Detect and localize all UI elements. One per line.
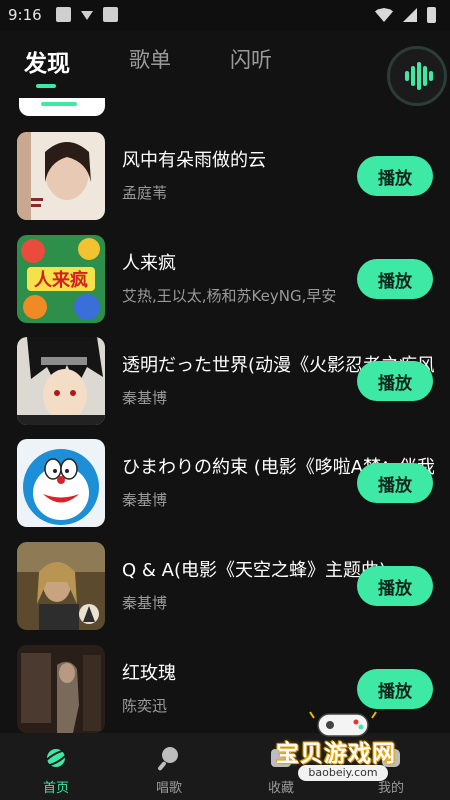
song-artist: 秦基博 <box>122 389 168 407</box>
song-item[interactable]: 风中有朵雨做的云 孟庭苇 播放 <box>0 132 450 222</box>
download-icon <box>81 11 93 20</box>
planet-icon <box>43 749 69 767</box>
nav-sing-label: 唱歌 <box>155 781 182 796</box>
tab-discover[interactable]: 发现 <box>24 44 70 78</box>
svg-text:人来疯: 人来疯 <box>34 269 88 291</box>
status-bar: 9:16 <box>0 0 450 30</box>
song-artist: 孟庭苇 <box>122 184 168 202</box>
song-item[interactable]: Q & A(电影《天空之蜂》主题曲) 秦基博 播放 <box>0 542 450 632</box>
status-time: 9:16 <box>8 6 42 24</box>
tab-playlist[interactable]: 歌单 <box>129 44 171 74</box>
watermark-text: 宝贝游戏网 <box>276 741 396 767</box>
nav-sing[interactable]: 唱歌 <box>124 733 214 800</box>
song-item[interactable]: ひまわりの約束 (电影《哆啦A梦：伴我同行》 秦基博 播放 <box>0 439 450 529</box>
song-item[interactable]: 人来疯 人来疯 艾热,王以太,杨和苏KeyNG,早安 播放 <box>0 235 450 325</box>
battery-icon <box>427 7 436 23</box>
signal-icon <box>403 8 417 22</box>
song-artist: 秦基博 <box>122 594 168 612</box>
nav-home[interactable]: 首页 <box>11 733 101 800</box>
watermark: 宝贝游戏网 baobeiy.com <box>268 702 418 782</box>
app-notification-icon <box>103 7 118 22</box>
song-artist: 秦基博 <box>122 491 168 509</box>
top-tabs: 发现 歌单 闪听 <box>0 30 450 98</box>
watermark-url: baobeiy.com <box>298 765 388 781</box>
tab-flash-listen[interactable]: 闪听 <box>230 44 272 74</box>
tab-indicator <box>36 84 56 88</box>
notification-icons <box>56 7 118 22</box>
play-button[interactable]: 播放 <box>357 566 433 606</box>
voice-recognition-button[interactable] <box>387 46 447 106</box>
sound-wave-icon <box>405 62 433 90</box>
song-artist: 陈奕迅 <box>122 697 168 715</box>
microphone-icon <box>158 747 178 771</box>
song-item[interactable]: 透明だった世界(动漫《火影忍者之疾风传》 秦基博 播放 <box>0 337 450 427</box>
notification-icon <box>56 7 71 22</box>
nav-home-label: 首页 <box>42 781 69 796</box>
play-button[interactable]: 播放 <box>357 361 433 401</box>
album-cover <box>17 132 105 220</box>
album-cover <box>17 645 105 733</box>
play-button[interactable]: 播放 <box>357 156 433 196</box>
album-cover: 人来疯 <box>17 235 105 323</box>
cover-accent <box>41 102 77 106</box>
system-icons <box>375 7 436 23</box>
play-button[interactable]: 播放 <box>357 463 433 503</box>
song-artist: 艾热,王以太,杨和苏KeyNG,早安 <box>122 287 337 305</box>
play-button[interactable]: 播放 <box>357 259 433 299</box>
wifi-icon <box>375 8 393 22</box>
song-cover-partial <box>19 98 105 116</box>
album-cover <box>17 439 105 527</box>
album-cover <box>17 542 105 630</box>
album-cover <box>17 337 105 425</box>
